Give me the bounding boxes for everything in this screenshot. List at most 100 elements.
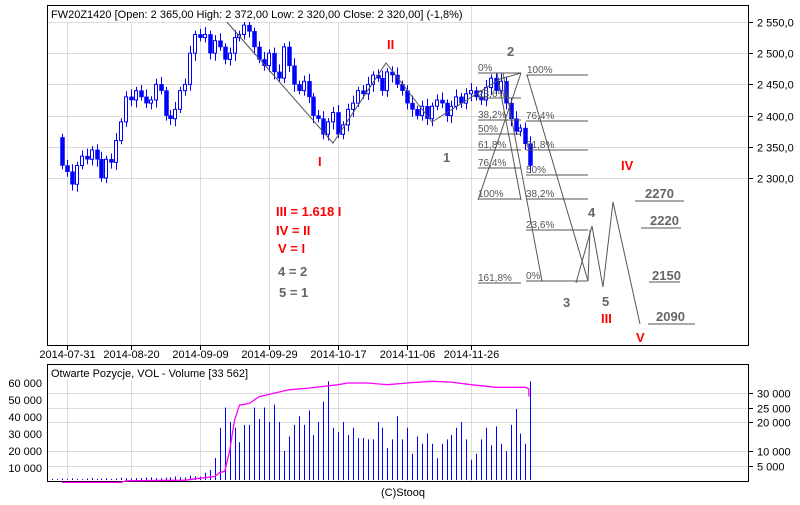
candle-body-down: [70, 171, 75, 185]
candle: [183, 78, 187, 96]
oi-tick-label: 60 000: [8, 378, 42, 390]
wave-label-4: 4: [588, 205, 596, 220]
candle-body-up: [233, 37, 237, 54]
candle: [415, 105, 420, 120]
x-tick-label: 2014-08-20: [103, 349, 159, 361]
vol-tick-label: 10 000: [757, 447, 791, 459]
candle-body-down: [252, 31, 257, 48]
candle-body-up: [178, 90, 182, 110]
candle: [213, 35, 217, 61]
candle-body-up: [356, 90, 360, 104]
candle: [380, 70, 385, 96]
candle: [198, 28, 203, 42]
candle-body-up: [90, 149, 94, 160]
candle: [90, 146, 94, 166]
chart: 2 550,0 2 500,0 2 450,0 2 400,0 2 350,0 2 300…: [8, 5, 794, 499]
wave-label-2: 2: [507, 44, 514, 59]
candle: [430, 102, 434, 127]
candle-body-down: [218, 40, 223, 48]
candle-body-down: [223, 46, 228, 60]
candle-body-up: [326, 121, 330, 135]
volume-axes: 60 000 50 000 40 000 30 000 20 000 10 000 30 0…: [8, 378, 790, 475]
wave-label-I: I: [318, 154, 322, 169]
candle: [149, 96, 153, 110]
candle: [80, 150, 84, 170]
candle: [514, 111, 519, 135]
candle-body-up: [213, 40, 217, 54]
vol-tick-label: 25 000: [757, 404, 791, 416]
candle-body-up: [80, 155, 84, 167]
candle: [223, 43, 228, 65]
candle-body-up: [430, 105, 434, 120]
candle-body-down: [208, 34, 213, 54]
candle: [188, 45, 192, 91]
wave-label-III: III: [601, 311, 612, 326]
wave-label-3: 3: [563, 295, 570, 310]
candle: [168, 109, 173, 125]
candle-body-down: [168, 115, 173, 119]
candle-body-up: [134, 90, 138, 101]
candle-body-up: [188, 52, 192, 85]
rule-text: 4 = 2: [278, 264, 307, 279]
candle-body-down: [272, 52, 277, 73]
candle: [164, 86, 169, 121]
y-tick-label: 2 450,0: [757, 80, 794, 92]
candle: [228, 47, 232, 66]
volume-bars: [52, 381, 531, 480]
candle: [297, 80, 302, 95]
oi-tick-label: 40 000: [8, 412, 42, 424]
candle-body-down: [109, 159, 114, 163]
fib-label: 50%: [526, 165, 546, 176]
candle: [99, 151, 104, 182]
candle: [139, 85, 144, 101]
candle-body-down: [99, 159, 104, 179]
candle-body-up: [469, 90, 473, 95]
candle-body-down: [514, 118, 519, 132]
candle: [449, 100, 453, 124]
price-axis: 2 550,0 2 500,0 2 450,0 2 400,0 2 350,0 2 300…: [748, 18, 794, 186]
candle-body-up: [282, 46, 286, 79]
candle: [65, 159, 70, 177]
target-label: 2150: [652, 268, 681, 283]
fib-label: 23,6%: [478, 89, 506, 100]
candle: [154, 78, 158, 108]
candle-body-down: [440, 99, 445, 104]
candle-body-down: [297, 84, 302, 91]
y-tick-label: 2 500,0: [757, 49, 794, 61]
candle: [331, 106, 335, 130]
candle-body-up: [435, 99, 439, 107]
candle-body-up: [104, 158, 108, 179]
candle-body-down: [60, 137, 65, 166]
candle-body-up: [267, 52, 271, 67]
candle-body-down: [159, 84, 164, 91]
chart-title: FW20Z1420 [Open: 2 365,00 High: 2 372,00…: [51, 9, 463, 21]
candle-body-up: [119, 121, 123, 142]
candle-body-up: [228, 52, 232, 60]
vol-tick-label: 5 000: [757, 462, 785, 474]
candle: [85, 148, 90, 165]
candle-body-up: [173, 108, 177, 120]
candle-body-down: [144, 96, 149, 104]
x-tick-label: 2014-11-26: [444, 349, 499, 361]
candle-body-up: [518, 127, 522, 132]
oi-tick-label: 50 000: [8, 395, 42, 407]
x-tick-label: 2014-07-31: [39, 349, 95, 361]
y-tick-label: 2 300,0: [757, 174, 794, 186]
oi-tick-label: 20 000: [8, 446, 42, 458]
candle-body-down: [316, 115, 321, 119]
candle-body-down: [95, 149, 100, 160]
vol-tick-label: 20 000: [757, 418, 791, 430]
candle-body-up: [242, 24, 246, 35]
candle: [193, 30, 197, 61]
fib-label: 161,8%: [478, 273, 512, 284]
candle-body-down: [311, 96, 316, 116]
candle: [208, 30, 213, 60]
x-tick-label: 2014-10-17: [310, 349, 366, 361]
candle-body-up: [203, 33, 207, 39]
rule-text: V = I: [278, 241, 305, 256]
candle: [316, 109, 321, 123]
candle-body-down: [307, 81, 312, 98]
candle-body-up: [454, 96, 458, 107]
candle: [321, 111, 326, 140]
wave-label-1: 1: [443, 150, 450, 165]
